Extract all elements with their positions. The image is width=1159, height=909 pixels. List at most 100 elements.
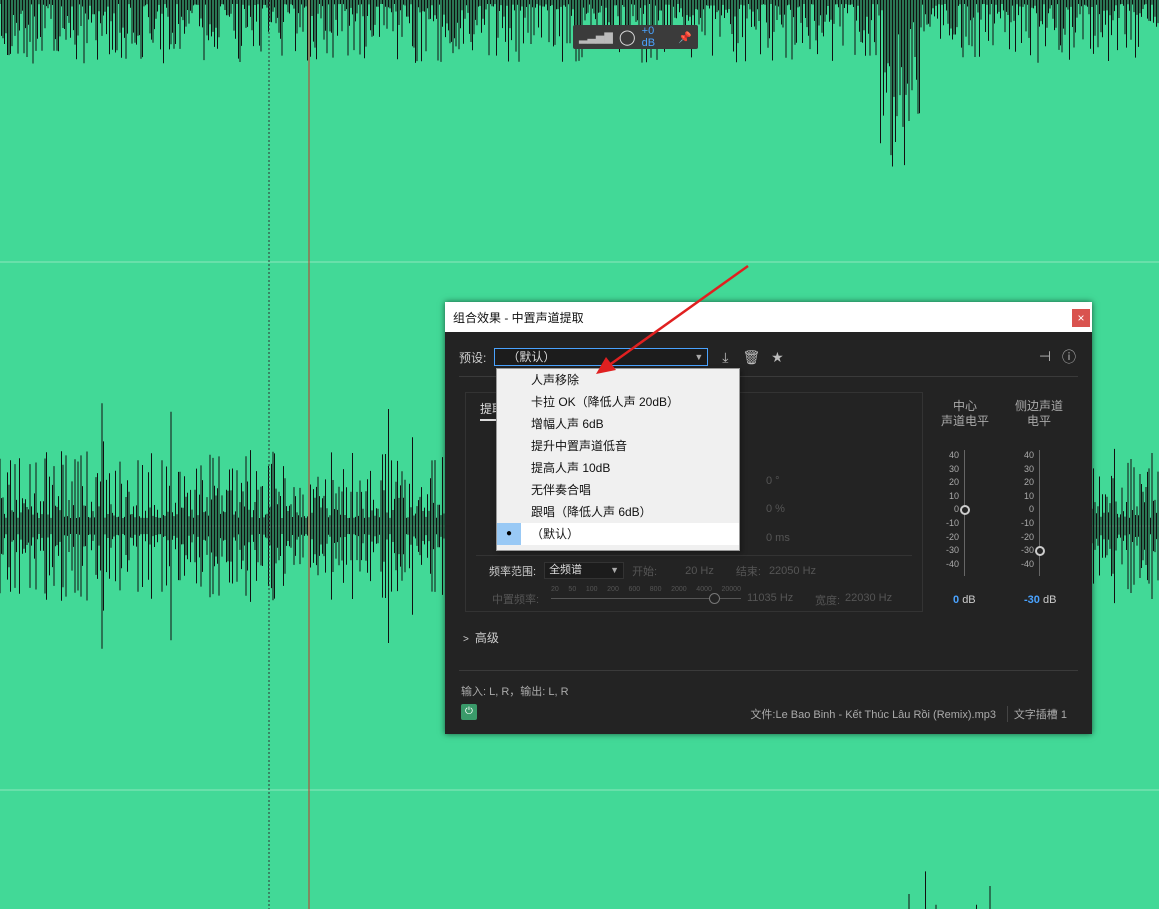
- preset-option-label: 提升中置声道低音: [531, 439, 628, 453]
- scale-tick-label: 20: [1023, 477, 1034, 488]
- scale-tick-label: -30: [945, 545, 959, 556]
- width-value: 22030 Hz: [845, 592, 893, 604]
- scale-tick-label: 0: [953, 504, 959, 515]
- chevron-down-icon: ▼: [694, 352, 704, 362]
- meter-title-line: 声道电平: [940, 414, 989, 428]
- preset-option-label: 人声移除: [531, 373, 580, 387]
- unit: dB: [962, 594, 976, 606]
- freq-range-row: 频率范围: 全频谱 ▼ 开始: 20 Hz 结束: 22050 Hz: [489, 562, 816, 579]
- power-icon[interactable]: ⏻: [461, 704, 477, 720]
- scale-tick-label: -20: [945, 531, 959, 542]
- scale-tick-label: -40: [1020, 558, 1034, 569]
- percent-value: 0 %: [766, 503, 785, 515]
- preset-option-label: 提高人声 10dB: [531, 461, 611, 475]
- scale-tick-label: 40: [948, 450, 959, 460]
- scale-tick-label: -10: [945, 517, 959, 528]
- volume-hud[interactable]: ▂▃▅▇ ◯ +0 dB 📌: [573, 25, 698, 49]
- freq-range-select[interactable]: 全频谱 ▼: [544, 562, 625, 579]
- pin-icon[interactable]: 📌: [678, 31, 692, 44]
- meter-scale: 40 30 20 10 0 -10 -20 -30 -40: [1014, 450, 1034, 572]
- preset-row: 预设: （默认） ▼ ⤓ 🗑 ★: [459, 348, 786, 366]
- scale-tick-label: -20: [1020, 531, 1034, 542]
- signal-icon: ▂▃▅▇: [579, 31, 613, 44]
- divider: [459, 670, 1078, 671]
- meter-title-line: 中心: [952, 399, 977, 413]
- start-label: 开始:: [632, 565, 658, 578]
- preset-dropdown-menu: 人声移除卡拉 OK（降低人声 20dB） 增幅人声 6dB 提升中置声道低音 提高人声…: [496, 368, 740, 551]
- meter-title-line: 电平: [1026, 414, 1051, 428]
- preset-option[interactable]: 提升中置声道低音: [497, 435, 739, 457]
- preset-option[interactable]: 无伴奏合唱: [497, 479, 739, 501]
- preset-option[interactable]: ● （默认）: [497, 523, 739, 545]
- slider-knob[interactable]: [709, 593, 720, 604]
- ruler-tick-label: 20: [551, 586, 559, 593]
- meter-title-line: 侧边声道: [1014, 399, 1063, 413]
- scale-tick-label: -10: [1020, 517, 1034, 528]
- side-level-knob[interactable]: [1035, 546, 1045, 556]
- preset-option-label: 卡拉 OK（降低人声 20dB）: [531, 395, 680, 409]
- side-level-track[interactable]: [1039, 450, 1040, 576]
- ruler-tick-label: 2000: [671, 586, 687, 593]
- io-text: 输入: L, R，输出: L, R: [461, 686, 569, 698]
- scale-tick-label: 10: [948, 490, 959, 501]
- meter-scale: 40 30 20 10 0 -10 -20 -30 -40: [939, 450, 959, 572]
- ruler-tick-label: 4000: [696, 586, 712, 593]
- scale-tick-label: 40: [1023, 450, 1034, 460]
- preset-select[interactable]: （默认） ▼: [494, 348, 709, 366]
- trash-icon[interactable]: 🗑: [742, 349, 760, 366]
- scale-tick-label: 10: [1023, 490, 1034, 501]
- center-freq-slider[interactable]: 20 50 100 200 600 800 2000 4000 20000: [551, 586, 741, 604]
- width-label: 宽度:: [815, 595, 841, 607]
- center-level-knob[interactable]: [960, 505, 970, 515]
- start-value: 20 Hz: [685, 564, 714, 577]
- dialog-titlebar[interactable]: 组合效果 - 中置声道提取 ×: [445, 302, 1092, 332]
- chevron-right-icon: >: [463, 634, 469, 645]
- ruler-tick-label: 100: [585, 586, 598, 593]
- close-button[interactable]: ×: [1072, 309, 1090, 327]
- dialog-title: 组合效果 - 中置声道提取: [453, 310, 584, 325]
- end-label: 结束:: [735, 565, 761, 578]
- chevron-down-icon: ▼: [610, 565, 620, 575]
- scale-tick-label: -40: [945, 558, 959, 569]
- preset-value: （默认）: [507, 350, 556, 364]
- preset-option-label: 无伴奏合唱: [531, 483, 592, 497]
- center-level-title: 中心 声道电平: [935, 399, 995, 429]
- preset-option[interactable]: 跟唱（降低人声 6dB）: [497, 501, 739, 523]
- center-freq-label: 中置频率:: [492, 594, 540, 606]
- preset-option[interactable]: 人声移除: [497, 369, 739, 391]
- freq-range-label: 频率范围:: [489, 565, 537, 578]
- preset-option-label: 跟唱（降低人声 6dB）: [531, 505, 652, 519]
- preset-list: 人声移除卡拉 OK（降低人声 20dB） 增幅人声 6dB 提升中置声道低音 提高人声…: [497, 369, 739, 545]
- scale-tick-label: -30: [1020, 545, 1034, 556]
- preset-option[interactable]: 提高人声 10dB: [497, 457, 739, 479]
- side-level-value: -30 dB: [1024, 594, 1056, 606]
- phase-value: 0 °: [766, 475, 780, 487]
- ruler-tick-label: 600: [628, 586, 641, 593]
- preset-option-label: （默认）: [531, 527, 580, 541]
- preset-option[interactable]: 卡拉 OK（降低人声 20dB）: [497, 391, 739, 413]
- advanced-toggle[interactable]: > 高级: [463, 629, 499, 646]
- freq-ruler: 20 50 100 200 600 800 2000 4000 20000: [551, 586, 741, 593]
- center-level-value: 0 dB: [953, 594, 976, 606]
- scale-tick-label: 0: [1028, 504, 1034, 515]
- scale-tick-label: 30: [1023, 463, 1034, 474]
- preset-option-label: 增幅人声 6dB: [531, 417, 604, 431]
- selected-dot-icon: ●: [497, 523, 521, 545]
- routing-icon[interactable]: ⊣: [1036, 348, 1054, 365]
- end-value: 22050 Hz: [768, 564, 817, 577]
- ruler-tick-label: 50: [568, 586, 577, 593]
- ruler-tick-label: 20000: [721, 586, 741, 593]
- save-preset-icon[interactable]: ⤓: [716, 349, 734, 366]
- unit: dB: [1042, 594, 1057, 606]
- scale-tick-label: 20: [948, 477, 959, 488]
- info-icon[interactable]: ⓘ: [1060, 347, 1078, 367]
- scale-tick-label: 30: [948, 463, 959, 474]
- preset-option[interactable]: 增幅人声 6dB: [497, 413, 739, 435]
- ruler-tick-label: 800: [649, 586, 662, 593]
- volume-knob-icon[interactable]: ◯: [619, 28, 636, 46]
- advanced-label: 高级: [474, 631, 499, 645]
- star-icon[interactable]: ★: [768, 349, 786, 366]
- divider: [476, 555, 912, 556]
- preset-label: 预设:: [459, 350, 487, 365]
- ruler-tick-label: 200: [607, 586, 619, 593]
